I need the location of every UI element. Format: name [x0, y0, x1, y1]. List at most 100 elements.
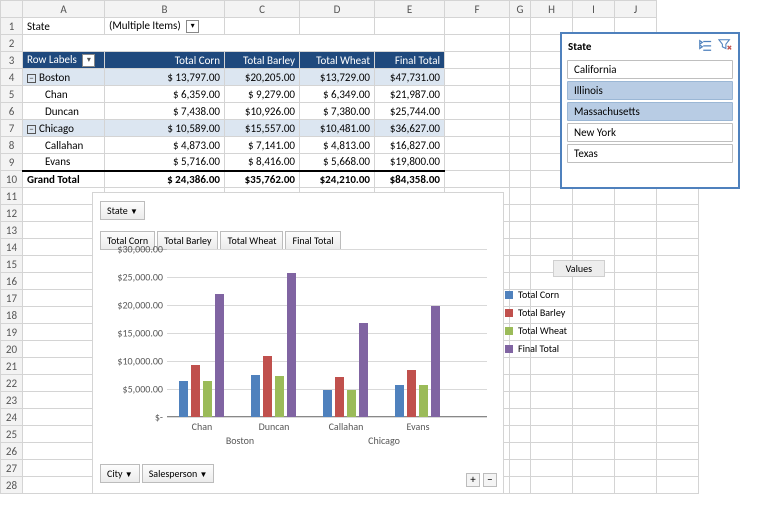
chart-filter-state[interactable]: State ▼	[100, 201, 145, 220]
pivot-header-corn[interactable]: Total Corn	[105, 52, 225, 69]
row-header-14[interactable]: 14	[1, 239, 23, 256]
pivot-value[interactable]: $ 4,873.00	[105, 137, 225, 154]
bar[interactable]	[275, 376, 284, 417]
pivot-value[interactable]: $ 5,668.00	[300, 154, 375, 171]
bar[interactable]	[335, 377, 344, 417]
slicer-item[interactable]: California	[567, 60, 733, 79]
bar[interactable]	[419, 385, 428, 417]
row-header-11[interactable]: 11	[1, 188, 23, 205]
chart-collapse-button[interactable]: −	[483, 473, 497, 487]
bar[interactable]	[395, 385, 404, 417]
bar[interactable]	[347, 390, 356, 417]
row-header-3[interactable]: 3	[1, 52, 23, 69]
row-header-12[interactable]: 12	[1, 205, 23, 222]
chart-axis-filter[interactable]: Salesperson ▼	[142, 464, 215, 483]
chart-expand-button[interactable]: +	[466, 473, 480, 487]
bar[interactable]	[287, 273, 296, 417]
select-all-corner[interactable]	[1, 1, 23, 18]
row-header-21[interactable]: 21	[1, 358, 23, 375]
slicer-item[interactable]: New York	[567, 123, 733, 142]
collapse-icon[interactable]: −	[27, 125, 36, 134]
pivot-subtotal-label[interactable]: −Boston	[23, 69, 105, 86]
pivot-value[interactable]: $ 7,141.00	[225, 137, 300, 154]
row-header-16[interactable]: 16	[1, 273, 23, 290]
pivot-value[interactable]: $10,481.00	[300, 120, 375, 137]
row-header-28[interactable]: 28	[1, 477, 23, 494]
bar[interactable]	[215, 294, 224, 417]
row-header-1[interactable]: 1	[1, 18, 23, 35]
pivot-header-barley[interactable]: Total Barley	[225, 52, 300, 69]
pivot-value[interactable]: $24,210.00	[300, 171, 375, 188]
row-header-7[interactable]: 7	[1, 120, 23, 137]
pivot-value[interactable]: $ 6,349.00	[300, 86, 375, 103]
multiselect-icon[interactable]	[698, 38, 712, 55]
row-header-8[interactable]: 8	[1, 137, 23, 154]
pivot-value[interactable]: $15,557.00	[225, 120, 300, 137]
pivot-grandtotal-label[interactable]: Grand Total	[23, 171, 105, 188]
pivot-value[interactable]: $ 13,797.00	[105, 69, 225, 86]
pivot-value[interactable]: $10,926.00	[225, 103, 300, 120]
row-header-17[interactable]: 17	[1, 290, 23, 307]
pivot-subtotal-label[interactable]: −Chicago	[23, 120, 105, 137]
col-E[interactable]: E	[375, 1, 445, 18]
row-header-20[interactable]: 20	[1, 341, 23, 358]
rowlabels-dropdown-icon[interactable]: ▾	[82, 54, 95, 67]
col-B[interactable]: B	[105, 1, 225, 18]
pivot-value[interactable]: $ 5,716.00	[105, 154, 225, 171]
pivot-value[interactable]: $25,744.00	[375, 103, 445, 120]
row-header-19[interactable]: 19	[1, 324, 23, 341]
row-header-26[interactable]: 26	[1, 443, 23, 460]
pivot-value[interactable]: $ 4,813.00	[300, 137, 375, 154]
filter-dropdown-icon[interactable]: ▾	[186, 20, 199, 33]
pivot-value[interactable]: $35,762.00	[225, 171, 300, 188]
pivot-header-rowlabels[interactable]: Row Labels ▾	[23, 52, 105, 69]
bar[interactable]	[251, 375, 260, 417]
row-header-24[interactable]: 24	[1, 409, 23, 426]
chart-series-button[interactable]: Total Wheat	[220, 231, 283, 250]
row-header-9[interactable]: 9	[1, 154, 23, 171]
pivot-row-label[interactable]: Callahan	[23, 137, 105, 154]
col-H[interactable]: H	[531, 1, 573, 18]
col-I[interactable]: I	[573, 1, 615, 18]
row-header-23[interactable]: 23	[1, 392, 23, 409]
pivot-chart[interactable]: State ▼ Total CornTotal BarleyTotal Whea…	[92, 192, 504, 494]
row-header-10[interactable]: 10	[1, 171, 23, 188]
row-header-4[interactable]: 4	[1, 69, 23, 86]
bar[interactable]	[323, 390, 332, 417]
pivot-value[interactable]: $20,205.00	[225, 69, 300, 86]
column-header-row[interactable]: A B C D E F G H I J	[1, 1, 699, 18]
pivot-header-wheat[interactable]: Total Wheat	[300, 52, 375, 69]
collapse-icon[interactable]: −	[27, 74, 36, 83]
bar[interactable]	[191, 365, 200, 417]
pivot-row-label[interactable]: Chan	[23, 86, 105, 103]
pivot-value[interactable]: $ 9,279.00	[225, 86, 300, 103]
bar[interactable]	[263, 356, 272, 417]
pivot-value[interactable]: $16,827.00	[375, 137, 445, 154]
col-A[interactable]: A	[23, 1, 105, 18]
chart-series-button[interactable]: Final Total	[285, 231, 340, 250]
row-header-6[interactable]: 6	[1, 103, 23, 120]
slicer-item[interactable]: Texas	[567, 144, 733, 163]
bar[interactable]	[431, 306, 440, 417]
row-header-18[interactable]: 18	[1, 307, 23, 324]
pivot-header-final[interactable]: Final Total	[375, 52, 445, 69]
col-G[interactable]: G	[510, 1, 531, 18]
col-C[interactable]: C	[225, 1, 300, 18]
row-header-27[interactable]: 27	[1, 460, 23, 477]
bar[interactable]	[359, 323, 368, 417]
report-filter-value[interactable]: (Multiple Items) ▾	[105, 18, 225, 35]
pivot-value[interactable]: $ 7,438.00	[105, 103, 225, 120]
pivot-value[interactable]: $ 6,359.00	[105, 86, 225, 103]
chart-series-button[interactable]: Total Barley	[157, 231, 218, 250]
col-D[interactable]: D	[300, 1, 375, 18]
row-header-5[interactable]: 5	[1, 86, 23, 103]
pivot-value[interactable]: $ 10,589.00	[105, 120, 225, 137]
col-F[interactable]: F	[445, 1, 510, 18]
bar[interactable]	[203, 381, 212, 417]
row-header-22[interactable]: 22	[1, 375, 23, 392]
col-J[interactable]: J	[615, 1, 657, 18]
report-filter-label[interactable]: State	[23, 18, 105, 35]
slicer-item[interactable]: Massachusetts	[567, 102, 733, 121]
pivot-row-label[interactable]: Duncan	[23, 103, 105, 120]
row-header-2[interactable]: 2	[1, 35, 23, 52]
